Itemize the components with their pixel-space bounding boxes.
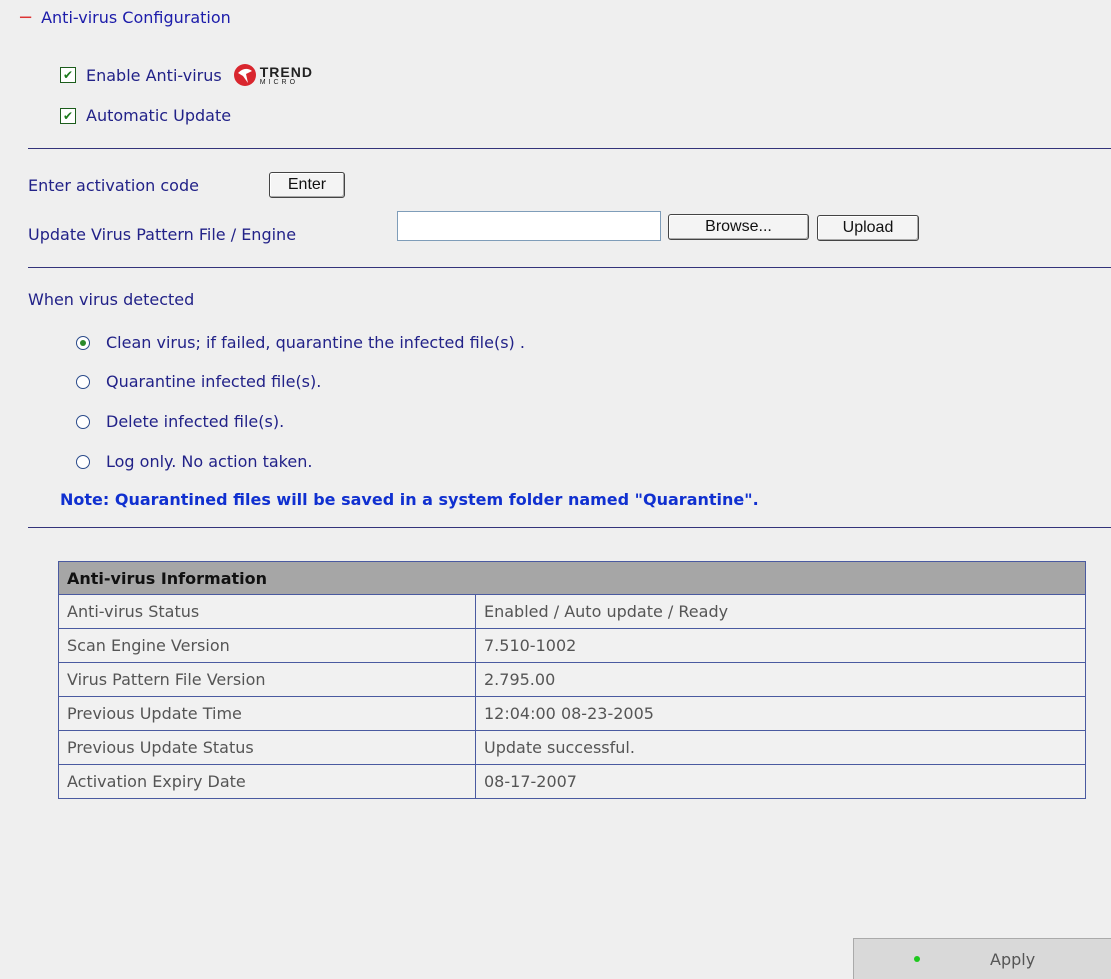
apply-label: Apply — [990, 949, 1036, 969]
radio-option-log-only[interactable]: Log only. No action taken. — [76, 452, 312, 471]
radio-button[interactable] — [76, 374, 90, 389]
table-row: Activation Expiry Date 08-17-2007 — [58, 764, 1086, 799]
upload-button[interactable]: Upload — [817, 215, 919, 241]
radio-label: Delete infected file(s). — [106, 412, 285, 431]
radio-label: Log only. No action taken. — [106, 452, 313, 471]
info-value: Enabled / Auto update / Ready — [475, 594, 1086, 629]
info-key: Scan Engine Version — [58, 628, 476, 663]
info-key: Virus Pattern File Version — [58, 662, 476, 697]
radio-option-quarantine[interactable]: Quarantine infected file(s). — [76, 372, 321, 391]
table-row: Scan Engine Version 7.510-1002 — [58, 628, 1086, 663]
table-header-row: Anti-virus Information — [58, 561, 1086, 595]
radio-option-delete[interactable]: Delete infected file(s). — [76, 412, 284, 431]
info-value: 12:04:00 08-23-2005 — [475, 696, 1086, 731]
divider — [28, 148, 1111, 149]
table-header: Anti-virus Information — [58, 561, 1086, 595]
divider — [28, 527, 1111, 528]
browse-button[interactable]: Browse... — [668, 214, 809, 240]
status-dot-icon — [914, 956, 920, 962]
radio-button[interactable] — [76, 454, 90, 469]
radio-option-clean[interactable]: Clean virus; if failed, quarantine the i… — [76, 333, 525, 352]
info-key: Previous Update Time — [58, 696, 476, 731]
info-value: 2.795.00 — [475, 662, 1086, 697]
section-header[interactable]: − Anti-virus Configuration — [18, 8, 231, 27]
info-key: Anti-virus Status — [58, 594, 476, 629]
section-title: Anti-virus Configuration — [41, 8, 231, 27]
quarantine-note: Note: Quarantined files will be saved in… — [60, 490, 759, 509]
table-row: Virus Pattern File Version 2.795.00 — [58, 662, 1086, 697]
automatic-update-row[interactable]: ✔ Automatic Update — [60, 106, 231, 125]
virus-detected-heading: When virus detected — [28, 290, 195, 309]
collapse-icon[interactable]: − — [18, 8, 33, 27]
divider — [28, 267, 1111, 268]
info-value: 08-17-2007 — [475, 764, 1086, 799]
radio-selected-dot — [80, 339, 86, 346]
info-key: Activation Expiry Date — [58, 764, 476, 799]
enable-antivirus-checkbox[interactable]: ✔ — [60, 67, 76, 83]
update-pattern-label: Update Virus Pattern File / Engine — [28, 225, 297, 244]
radio-label: Clean virus; if failed, quarantine the i… — [106, 333, 525, 352]
info-value: Update successful. — [475, 730, 1086, 765]
table-row: Anti-virus Status Enabled / Auto update … — [58, 594, 1086, 629]
enable-antivirus-label: Enable Anti-virus — [86, 65, 222, 85]
radio-button[interactable] — [76, 414, 90, 429]
activation-code-label: Enter activation code — [28, 176, 199, 195]
info-key: Previous Update Status — [58, 730, 476, 765]
enter-activation-button[interactable]: Enter — [269, 172, 345, 198]
pattern-file-input[interactable] — [397, 211, 661, 241]
apply-button[interactable]: Apply — [853, 938, 1111, 979]
trend-micro-wordmark: TREND MICRO — [259, 63, 313, 86]
antivirus-info-table: Anti-virus Information Anti-virus Status… — [58, 561, 1086, 799]
info-value: 7.510-1002 — [475, 628, 1086, 663]
automatic-update-checkbox[interactable]: ✔ — [60, 107, 76, 124]
automatic-update-label: Automatic Update — [86, 106, 232, 125]
enable-antivirus-row[interactable]: ✔ Enable Anti-virus TREND MICRO — [60, 62, 313, 88]
table-row: Previous Update Status Update successful… — [58, 730, 1086, 765]
table-row: Previous Update Time 12:04:00 08-23-2005 — [58, 696, 1086, 731]
radio-label: Quarantine infected file(s). — [106, 372, 322, 391]
trend-micro-logo: TREND MICRO — [232, 62, 313, 88]
trend-micro-logo-icon — [233, 64, 256, 86]
radio-button[interactable] — [76, 335, 90, 350]
